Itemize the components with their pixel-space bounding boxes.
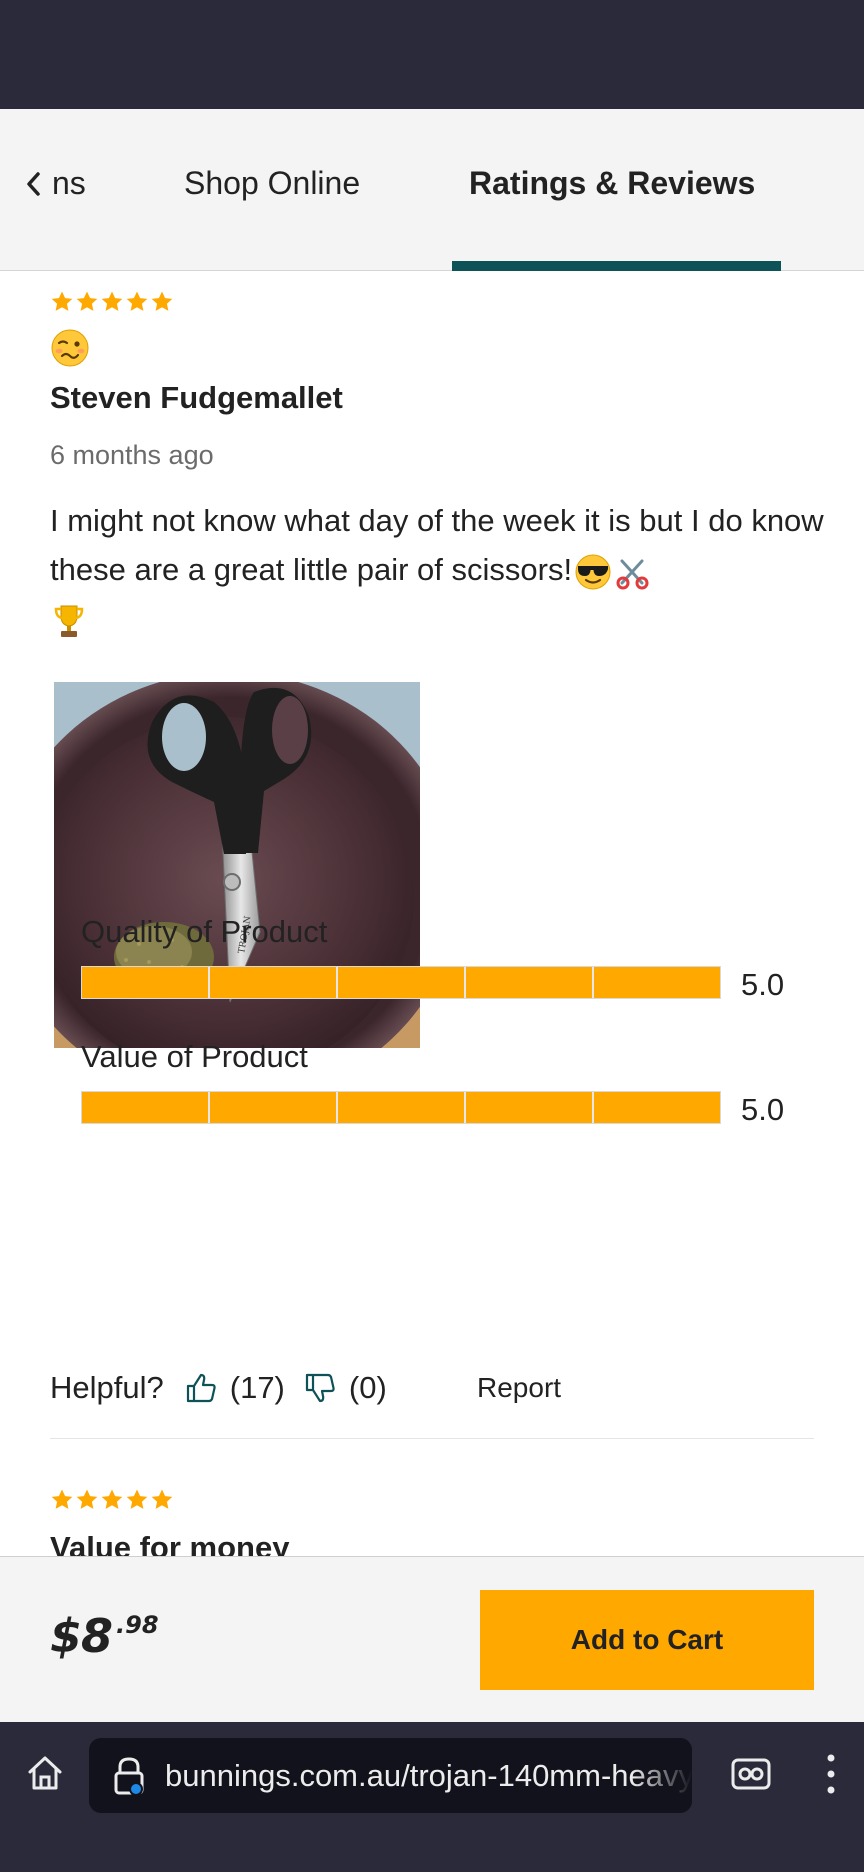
review-body: I might not know what day of the week it… <box>50 496 830 643</box>
home-icon[interactable] <box>24 1752 66 1794</box>
chevron-left-icon <box>27 171 40 196</box>
lock-icon[interactable] <box>111 1756 147 1796</box>
add-to-cart-bar: $8 .98 Add to Cart <box>0 1556 864 1722</box>
reviewer-name: Steven Fudgemallet <box>50 380 343 415</box>
report-link[interactable]: Report <box>477 1372 561 1404</box>
helpful-down-count: (0) <box>348 1370 387 1405</box>
tab-ratings-reviews[interactable]: Ratings & Reviews <box>469 165 755 202</box>
metric-segment <box>82 1092 210 1123</box>
thumbs-down-icon[interactable] <box>303 1371 337 1405</box>
metric-segment <box>594 1092 720 1123</box>
tab-previous-label: ns <box>52 165 86 201</box>
review-divider <box>50 1438 814 1439</box>
star-icon <box>51 1489 73 1509</box>
metric-bar-quality <box>81 966 721 999</box>
helpful-row: Helpful? (17) (0) <box>50 1366 405 1410</box>
next-review-star-rating <box>50 1488 174 1512</box>
status-bar <box>0 0 864 109</box>
metric-segment <box>210 967 338 998</box>
metric-segment <box>82 967 210 998</box>
url-fade <box>632 1738 692 1813</box>
add-to-cart-button[interactable]: Add to Cart <box>480 1590 814 1690</box>
metric-bar-value <box>81 1091 721 1124</box>
reviews-list: Steven Fudgemallet 6 months ago I might … <box>0 272 864 1556</box>
sunglasses-face-emoji-icon <box>575 554 611 590</box>
metric-segment <box>466 967 594 998</box>
metric-label-quality: Quality of Product <box>81 914 328 949</box>
tab-shop-online[interactable]: Shop Online <box>184 165 360 202</box>
metric-label-value: Value of Product <box>81 1039 308 1074</box>
helpful-up-count: (17) <box>229 1370 285 1405</box>
metric-segment <box>338 967 466 998</box>
metric-value-quality: 5.0 <box>741 967 785 1002</box>
star-icon <box>76 1489 98 1509</box>
star-icon <box>151 291 173 311</box>
url-bar[interactable]: bunnings.com.au/trojan-140mm-heavy <box>89 1738 692 1813</box>
next-review-title: Value for money <box>50 1530 290 1556</box>
thumbs-up-icon[interactable] <box>184 1371 218 1405</box>
review-body-text: I might not know what day of the week it… <box>50 503 824 587</box>
helpful-label: Helpful? <box>50 1370 164 1405</box>
review-timestamp: 6 months ago <box>50 440 214 470</box>
price-cents: .98 <box>116 1611 159 1639</box>
star-icon <box>101 291 123 311</box>
star-icon <box>126 1489 148 1509</box>
star-icon <box>76 291 98 311</box>
more-options-icon[interactable] <box>820 1752 842 1796</box>
metric-segment <box>466 1092 594 1123</box>
reader-mode-icon[interactable] <box>730 1756 772 1792</box>
star-icon <box>151 1489 173 1509</box>
metric-value-value: 5.0 <box>741 1092 785 1127</box>
star-icon <box>101 1489 123 1509</box>
metric-segment <box>210 1092 338 1123</box>
url-text: bunnings.com.au/trojan-140mm-heavy <box>165 1758 692 1793</box>
tab-previous[interactable]: ns <box>24 165 86 202</box>
woozy-face-emoji-icon <box>51 329 89 367</box>
metric-segment <box>594 967 720 998</box>
star-icon <box>51 291 73 311</box>
metric-segment <box>338 1092 466 1123</box>
trophy-emoji-icon <box>54 605 84 637</box>
scissors-emoji-icon <box>616 559 649 590</box>
review-star-rating <box>50 290 174 314</box>
browser-toolbar: bunnings.com.au/trojan-140mm-heavy <box>0 1722 864 1872</box>
active-tab-indicator <box>452 261 781 271</box>
price-dollars: $8 <box>50 1609 113 1663</box>
section-tab-bar: ns Shop Online Ratings & Reviews <box>0 109 864 271</box>
product-price: $8 .98 <box>50 1609 159 1663</box>
star-icon <box>126 291 148 311</box>
